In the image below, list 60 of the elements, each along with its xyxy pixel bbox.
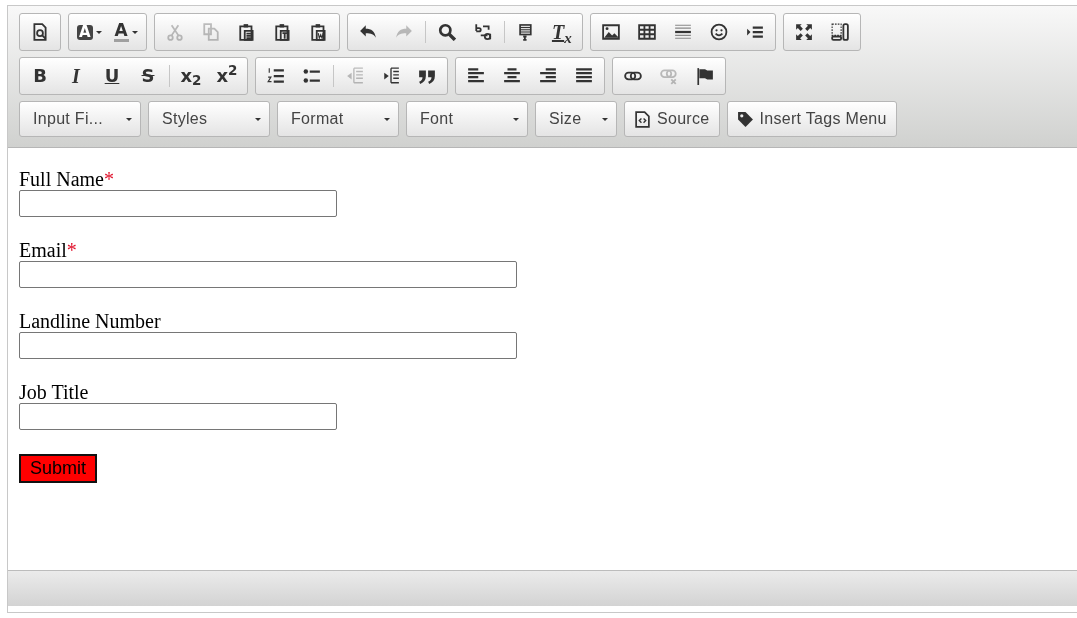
superscript-button[interactable]: x$^{2}$ — [209, 58, 245, 94]
input-field[interactable] — [19, 190, 337, 217]
input-field[interactable] — [19, 332, 517, 359]
outdent-icon — [346, 67, 364, 85]
insert-tags-button[interactable]: Insert Tags Menu — [726, 101, 897, 137]
caret-icon — [513, 117, 519, 121]
numbered-list-icon — [267, 67, 285, 85]
underline-button[interactable]: U — [94, 58, 130, 94]
caret-icon — [131, 30, 138, 34]
copy-icon — [201, 23, 220, 41]
table-icon — [637, 23, 656, 41]
page-magnifier-icon — [31, 23, 49, 41]
subscript-button[interactable]: x$_{2}$ — [173, 58, 209, 94]
caret-icon — [126, 117, 132, 121]
remove-format-button[interactable]: T$_{x}$ — [543, 14, 580, 50]
clipboard-icon — [273, 23, 292, 41]
clipboard-icon — [309, 23, 328, 41]
indent-icon — [382, 67, 400, 85]
search-icon — [437, 23, 456, 41]
lines-arrow-icon — [745, 23, 764, 41]
smiley-icon — [709, 23, 728, 41]
field-label: Email* — [19, 239, 78, 261]
tag-icon — [736, 110, 754, 128]
input-field[interactable] — [19, 261, 517, 288]
quote-marks-icon — [418, 67, 436, 85]
dropdown[interactable]: Input Fi... — [19, 101, 141, 137]
code-page-icon — [634, 110, 651, 128]
align-left-icon — [467, 67, 485, 85]
dropdown[interactable]: Size — [535, 101, 617, 137]
submit-button[interactable]: Submit — [19, 453, 98, 483]
field-label: Landline Number — [19, 310, 162, 332]
italic-button[interactable]: I — [58, 58, 94, 94]
bulleted-list-icon — [303, 67, 321, 85]
caret-icon — [602, 117, 608, 121]
scissors-icon — [165, 23, 184, 41]
caret-icon — [95, 30, 102, 34]
dropdown[interactable]: Styles — [148, 101, 270, 137]
caret-icon — [384, 117, 390, 121]
field-label: Job Title — [19, 381, 90, 403]
align-right-icon — [539, 67, 557, 85]
dropdown[interactable]: Format — [277, 101, 399, 137]
text-block-icon — [516, 23, 535, 41]
field-label: Full Name* — [19, 168, 115, 190]
dropdown[interactable]: Font — [406, 101, 528, 137]
blocks-icon — [830, 23, 849, 41]
clipboard-icon — [237, 23, 256, 41]
align-center-icon — [503, 67, 521, 85]
expand-arrows-icon — [794, 23, 813, 41]
text-color-button[interactable]: A — [107, 14, 144, 50]
bold-button[interactable]: B — [22, 58, 58, 94]
background-color-button[interactable]: A — [71, 14, 108, 50]
caret-icon — [255, 117, 261, 121]
strikethrough-button[interactable]: S — [130, 58, 166, 94]
picture-icon — [601, 23, 620, 41]
justify-icon — [575, 67, 593, 85]
source-button[interactable]: Source — [624, 101, 720, 137]
broken-link-icon — [660, 67, 678, 85]
flag-icon — [696, 67, 714, 85]
input-field[interactable] — [19, 403, 337, 430]
horizontal-line-icon — [673, 23, 692, 41]
